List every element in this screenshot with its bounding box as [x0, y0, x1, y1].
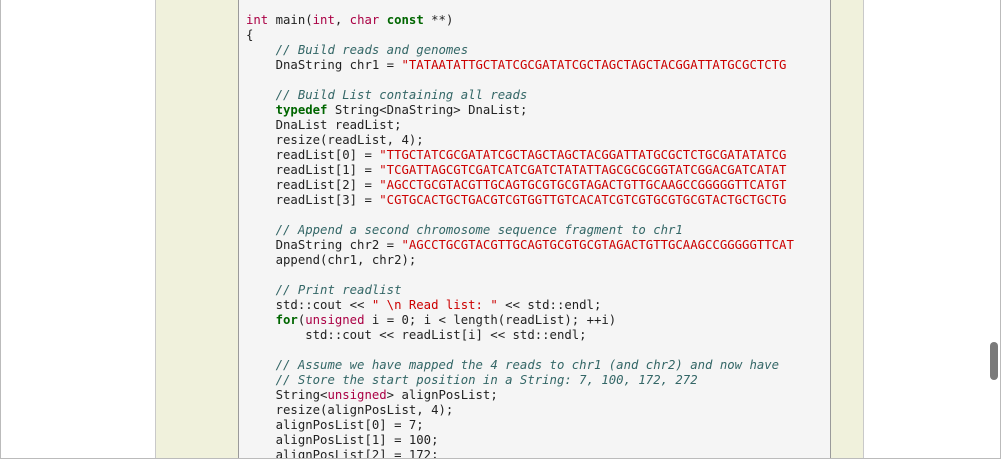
code-token: // Assume we have mapped the 4 reads to … [275, 358, 780, 372]
code-token: { [246, 28, 254, 42]
code-token: "AGCCTGCGTACGTTGCAGTGCGTGCGTAGACTGTTGCAA… [401, 238, 794, 252]
code-line: DnaList readList; [246, 118, 794, 133]
code-line: // Assume we have mapped the 4 reads to … [246, 358, 794, 373]
code-line: std::cout << " \n Read list: " << std::e… [246, 298, 794, 313]
code-token: for [275, 313, 298, 327]
code-line: alignPosList[0] = 7; [246, 418, 794, 433]
code-line: // Append a second chromosome sequence f… [246, 223, 794, 238]
code-token: // Append a second chromosome sequence f… [275, 223, 683, 237]
code-token: std::cout << [246, 298, 372, 312]
code-token: append(chr1, chr2); [246, 253, 417, 267]
code-token: alignPosList[2] = 172; [246, 448, 439, 459]
code-token: "TATAATATTGCTATCGCGATATCGCTAGCTAGCTACGGA… [401, 58, 787, 72]
code-token: i = 0; i < length(readList); ++i) [364, 313, 617, 327]
code-token: << std::endl; [497, 298, 602, 312]
code-token: "AGCCTGCGTACGTTGCAGTGCGTGCGTAGACTGTTGCAA… [379, 178, 787, 192]
code-token: int [246, 13, 269, 27]
code-token: "TCGATTAGCGTCGATCATCGATCTATATTAGCGCGCGGT… [379, 163, 787, 177]
code-token: char [349, 13, 380, 27]
code-token: > alignPosList; [386, 388, 498, 402]
code-token: DnaString chr2 = [246, 238, 402, 252]
scrollbar-thumb[interactable] [990, 342, 998, 380]
code-line: DnaString chr2 = "AGCCTGCGTACGTTGCAGTGCG… [246, 238, 794, 253]
code-token: DnaList readList; [246, 118, 402, 132]
code-token: int [312, 13, 335, 27]
code-token: main( [268, 13, 313, 27]
code-line: readList[2] = "AGCCTGCGTACGTTGCAGTGCGTGC… [246, 178, 794, 193]
code-token: // Build List containing all reads [275, 88, 528, 102]
code-token: readList[2] = [246, 178, 380, 192]
code-token: readList[0] = [246, 148, 380, 162]
code-block: int main(int, char const **){ // Build r… [238, 0, 831, 459]
code-line: alignPosList[2] = 172; [246, 448, 794, 459]
code-token: " \n Read list: " [371, 298, 498, 312]
code-token: // Store the start position in a String:… [275, 373, 698, 387]
code-line: readList[0] = "TTGCTATCGCGATATCGCTAGCTAG… [246, 148, 794, 163]
code-line: typedef String<DnaString> DnaList; [246, 103, 794, 118]
code-line: // Print readlist [246, 283, 794, 298]
code-line: readList[3] = "CGTGCACTGCTGACGTCGTGGTTGT… [246, 193, 794, 208]
code-line: // Store the start position in a String:… [246, 373, 794, 388]
code-token: alignPosList[0] = 7; [246, 418, 424, 432]
code-line: DnaString chr1 = "TATAATATTGCTATCGCGATAT… [246, 58, 794, 73]
code-line: resize(alignPosList, 4); [246, 403, 794, 418]
code-token: // Print readlist [275, 283, 402, 297]
code-token: unsigned [305, 313, 365, 327]
code-line: readList[1] = "TCGATTAGCGTCGATCATCGATCTA… [246, 163, 794, 178]
browser-viewport: int main(int, char const **){ // Build r… [0, 0, 1001, 459]
code-line: String<unsigned> alignPosList; [246, 388, 794, 403]
code-token: // Build reads and genomes [275, 43, 469, 57]
code-line: std::cout << readList[i] << std::endl; [246, 328, 794, 343]
code-token: readList[3] = [246, 193, 380, 207]
code-token: alignPosList[1] = 100; [246, 433, 439, 447]
code-token: String<DnaString> DnaList; [327, 103, 528, 117]
code-line: for(unsigned i = 0; i < length(readList)… [246, 313, 794, 328]
code-token: "TTGCTATCGCGATATCGCTAGCTAGCTACGGATTATGCG… [379, 148, 787, 162]
code-token: const [386, 13, 424, 27]
code-token: **) [423, 13, 454, 27]
code-token: DnaString chr1 = [246, 58, 402, 72]
code-token: std::cout << readList[i] << std::endl; [246, 328, 587, 342]
code-line: int main(int, char const **) [246, 13, 794, 28]
code-token: "CGTGCACTGCTGACGTCGTGGTTGTCACATCGTCGTGCG… [379, 193, 787, 207]
code-token: resize(readList, 4); [246, 133, 424, 147]
code-line: append(chr1, chr2); [246, 253, 794, 268]
code-line: { [246, 28, 794, 43]
code-token: unsigned [327, 388, 387, 402]
code-line: alignPosList[1] = 100; [246, 433, 794, 448]
code-line: // Build List containing all reads [246, 88, 794, 103]
code-listing: int main(int, char const **){ // Build r… [246, 13, 794, 459]
code-token: typedef [275, 103, 328, 117]
code-token: String< [246, 388, 328, 402]
code-token: readList[1] = [246, 163, 380, 177]
code-token: , [334, 13, 350, 27]
code-line: resize(readList, 4); [246, 133, 794, 148]
code-line: // Build reads and genomes [246, 43, 794, 58]
code-token: resize(alignPosList, 4); [246, 403, 454, 417]
